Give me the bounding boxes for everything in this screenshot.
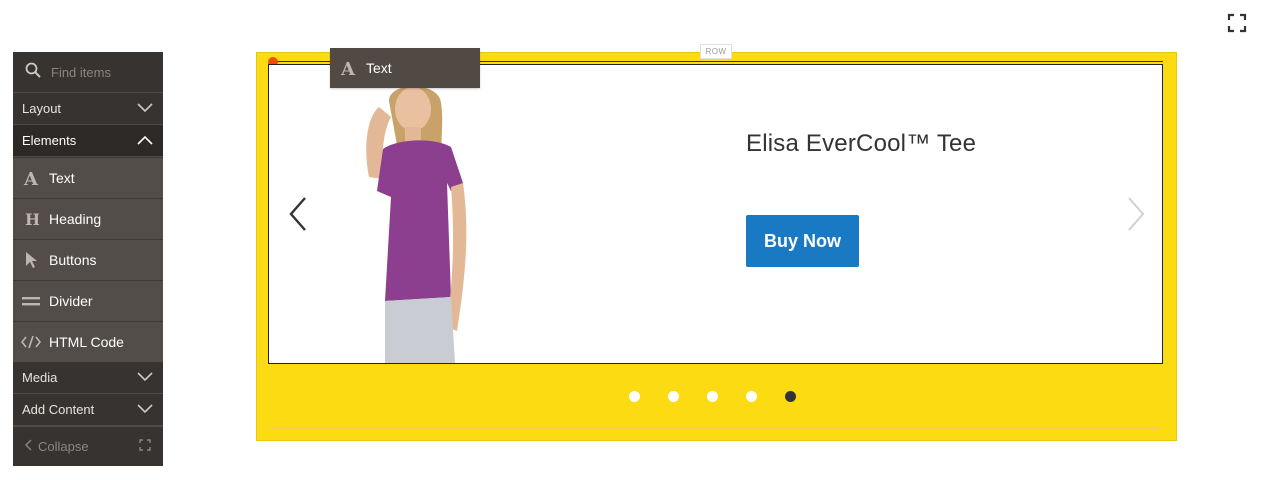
row-bottom-line — [268, 428, 1161, 429]
search-bar — [13, 52, 163, 93]
chevron-up-icon — [137, 133, 153, 148]
collapse-label: Collapse — [38, 439, 89, 454]
row-tag: ROW — [700, 44, 732, 59]
slider-dot[interactable] — [746, 391, 757, 402]
element-item-label: Text — [49, 170, 75, 186]
elements-panel: Layout Elements A Text H Heading Buttons… — [13, 52, 163, 466]
slider-dot[interactable] — [707, 391, 718, 402]
drag-tooltip-text[interactable]: A Text — [330, 48, 480, 88]
expand-icon[interactable] — [139, 439, 151, 454]
product-image — [339, 86, 499, 363]
chevron-left-icon — [25, 439, 33, 454]
element-item-buttons[interactable]: Buttons — [13, 239, 163, 280]
chevron-down-icon — [137, 370, 153, 385]
chevron-left-icon — [289, 197, 306, 231]
buy-now-button[interactable]: Buy Now — [746, 215, 859, 267]
svg-text:A: A — [340, 59, 356, 77]
element-item-heading[interactable]: H Heading — [13, 198, 163, 239]
heading-icon: H — [13, 210, 49, 228]
section-layout[interactable]: Layout — [13, 93, 163, 125]
section-add-content-label: Add Content — [22, 402, 95, 417]
element-item-label: Buttons — [49, 252, 97, 268]
chevron-down-icon — [137, 402, 153, 417]
text-icon: A — [330, 59, 366, 77]
section-media[interactable]: Media — [13, 362, 163, 394]
slider-dot[interactable] — [668, 391, 679, 402]
section-layout-label: Layout — [22, 101, 62, 116]
drag-tooltip-label: Text — [366, 60, 392, 76]
chevron-right-icon — [1128, 197, 1145, 231]
slide-title: Elisa EverCool™ Tee — [746, 130, 977, 157]
slider-dot[interactable] — [629, 391, 640, 402]
svg-text:A: A — [23, 169, 39, 187]
element-item-label: Divider — [49, 293, 93, 309]
section-elements-label: Elements — [22, 133, 77, 148]
search-icon — [25, 62, 41, 83]
section-media-label: Media — [22, 370, 58, 385]
slider-next-button[interactable] — [1113, 184, 1159, 244]
svg-text:H: H — [25, 210, 39, 228]
collapse-row: Collapse — [13, 426, 163, 466]
fullscreen-icon[interactable] — [1227, 13, 1247, 33]
slider-dots — [629, 391, 796, 402]
element-item-text[interactable]: A Text — [13, 157, 163, 198]
search-input[interactable] — [49, 63, 153, 81]
cursor-icon — [13, 251, 49, 269]
text-icon: A — [13, 169, 49, 187]
divider-icon — [13, 295, 49, 307]
element-item-label: Heading — [49, 211, 102, 227]
section-elements[interactable]: Elements — [13, 125, 163, 157]
section-add-content[interactable]: Add Content — [13, 394, 163, 426]
element-item-html-code[interactable]: HTML Code — [13, 321, 163, 362]
element-item-divider[interactable]: Divider — [13, 280, 163, 321]
code-icon — [13, 335, 49, 349]
element-item-label: HTML Code — [49, 334, 124, 350]
slider-prev-button[interactable] — [270, 184, 326, 244]
slide[interactable] — [268, 64, 1163, 364]
collapse-button[interactable]: Collapse — [25, 439, 89, 454]
chevron-down-icon — [137, 101, 153, 116]
slider-dot-active[interactable] — [785, 391, 796, 402]
